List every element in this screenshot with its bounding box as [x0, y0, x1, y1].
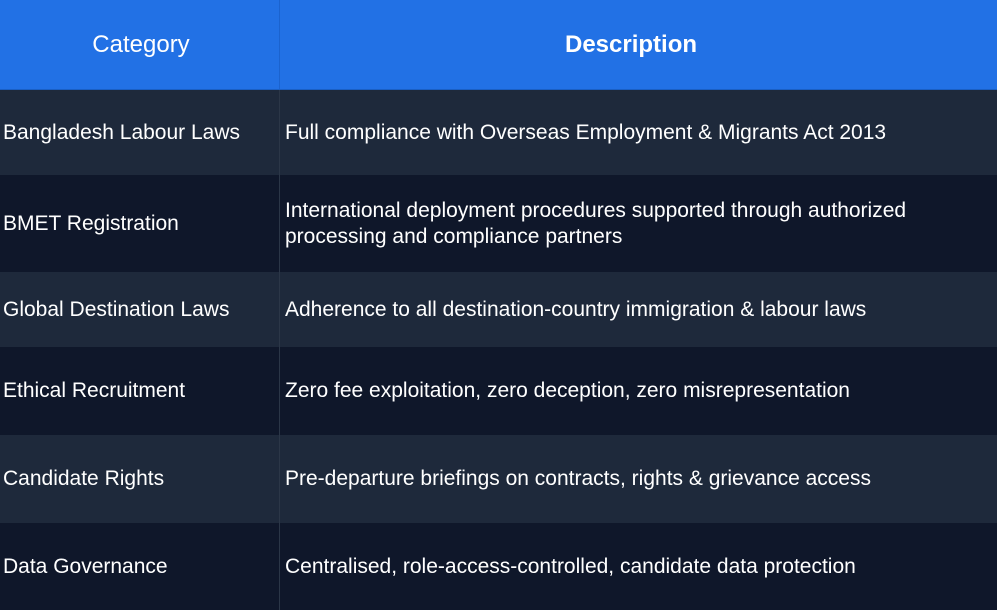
compliance-table: Category Description Bangladesh Labour L…	[0, 0, 997, 610]
table-row: Data Governance Centralised, role-access…	[0, 523, 997, 610]
description-cell: Zero fee exploitation, zero deception, z…	[285, 379, 850, 402]
description-cell: Adherence to all destination-country imm…	[285, 297, 867, 321]
column-header-category: Category	[0, 0, 280, 89]
table-row: BMET Registration International deployme…	[0, 175, 997, 272]
category-cell: Global Destination Laws	[0, 272, 280, 347]
table-row: Global Destination Laws Adherence to all…	[0, 272, 997, 347]
category-cell: BMET Registration	[0, 175, 280, 272]
table-row: Bangladesh Labour Laws Full compliance w…	[0, 90, 997, 175]
category-cell: Candidate Rights	[0, 435, 280, 523]
description-cell: Full compliance with Overseas Employment…	[285, 120, 887, 144]
table-header-row: Category Description	[0, 0, 997, 90]
table-row: Candidate Rights Pre-departure briefings…	[0, 435, 997, 523]
description-cell: International deployment procedures supp…	[285, 198, 907, 248]
description-cell: Centralised, role-access-controlled, can…	[285, 554, 856, 578]
column-header-description: Description	[564, 30, 698, 58]
category-cell: Bangladesh Labour Laws	[0, 90, 280, 175]
category-cell: Data Governance	[0, 523, 280, 610]
category-cell: Ethical Recruitment	[0, 347, 280, 435]
description-cell: Pre-departure briefings on contracts, ri…	[285, 467, 871, 490]
table-row: Ethical Recruitment Zero fee exploitatio…	[0, 347, 997, 435]
